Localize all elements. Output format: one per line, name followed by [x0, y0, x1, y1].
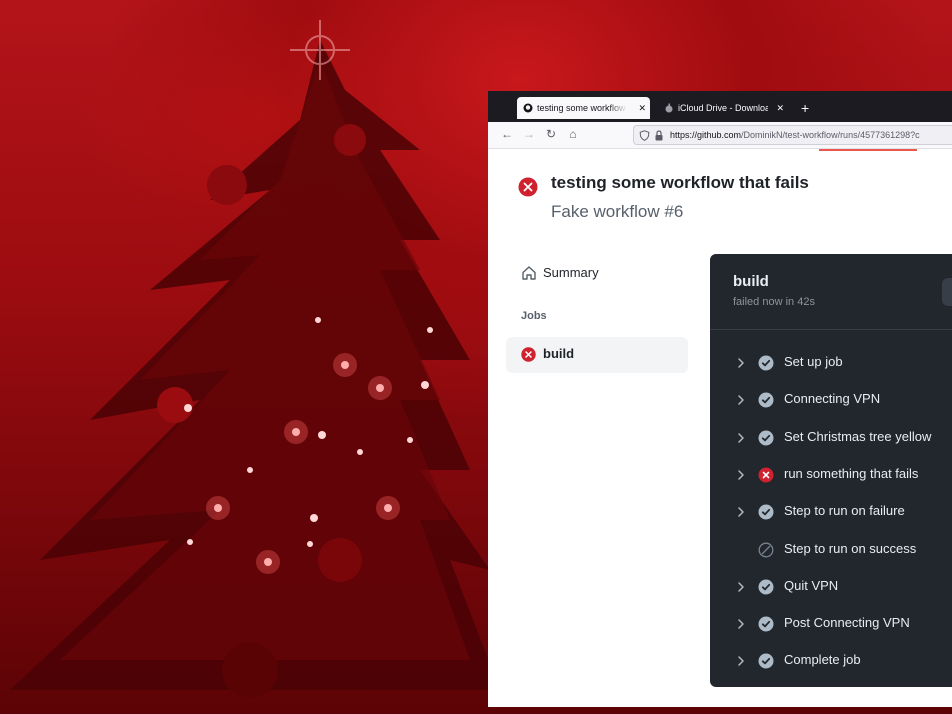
job-log-header: build failed now in 42s: [710, 254, 952, 330]
chevron-right-icon[interactable]: [737, 618, 745, 630]
lock-icon[interactable]: [654, 130, 664, 141]
chevron-right-icon[interactable]: [737, 655, 745, 667]
navigation-toolbar: ← → ↻ ⌂ https://github.com/DominikN/test…: [488, 122, 952, 149]
job-step-label: Set Christmas tree yellow: [784, 428, 932, 444]
shield-icon[interactable]: [639, 130, 650, 141]
job-step-label: Complete job: [784, 652, 861, 668]
chevron-right-icon[interactable]: [737, 581, 745, 593]
job-step[interactable]: Set up job: [710, 348, 952, 378]
tab-icloud-drive[interactable]: iCloud Drive - Downloads ✕: [658, 97, 788, 119]
apple-icon: [665, 103, 673, 113]
failure-x-icon: [521, 347, 536, 362]
summary-link[interactable]: Summary: [521, 264, 661, 284]
close-tab-icon[interactable]: ✕: [776, 97, 784, 119]
job-step[interactable]: Step to run on failure: [710, 497, 952, 527]
check-circle-icon: [758, 579, 774, 595]
job-log-status: failed now in 42s: [733, 296, 815, 308]
run-title: testing some workflow that fails: [551, 173, 809, 192]
github-icon: [523, 103, 533, 113]
page-underline-accent: [819, 149, 917, 151]
job-label: build: [543, 346, 575, 361]
address-bar[interactable]: https://github.com/DominikN/test-workflo…: [633, 125, 952, 145]
skipped-icon: [758, 542, 774, 557]
reload-button[interactable]: ↻: [543, 126, 559, 142]
chevron-right-icon[interactable]: [737, 432, 745, 444]
chevron-right-icon[interactable]: [737, 506, 745, 518]
new-tab-button[interactable]: +: [801, 97, 809, 119]
tab-label: testing some workflow that fails: [537, 103, 627, 113]
job-step[interactable]: Set Christmas tree yellow: [710, 423, 952, 453]
job-step[interactable]: Complete job: [710, 646, 952, 676]
job-step[interactable]: run something that fails: [710, 460, 952, 490]
url-domain: https://github.com: [670, 130, 742, 140]
job-step-label: Set up job: [784, 354, 843, 369]
summary-label: Summary: [543, 265, 599, 280]
forward-button[interactable]: →: [521, 126, 537, 142]
failure-x-icon: [758, 467, 774, 483]
job-step[interactable]: Connecting VPN: [710, 385, 952, 415]
chevron-right-icon[interactable]: [737, 357, 745, 369]
job-log-title: build: [733, 273, 769, 290]
failure-x-icon: [518, 177, 538, 197]
chevron-right-icon[interactable]: [737, 469, 745, 481]
job-log-panel: build failed now in 42s Set up job Connec…: [710, 254, 952, 687]
check-circle-icon: [758, 616, 774, 632]
job-step-label: Quit VPN: [784, 577, 839, 593]
jobs-heading: Jobs: [521, 310, 547, 322]
job-step-label: Connecting VPN: [784, 391, 881, 407]
back-button[interactable]: ←: [499, 126, 515, 142]
browser-window: testing some workflow that fails ✕ iClou…: [488, 91, 952, 707]
job-step-label: Step to run on failure: [784, 503, 905, 519]
check-circle-icon: [758, 355, 774, 371]
check-circle-icon: [758, 504, 774, 520]
job-log-search-button[interactable]: [942, 278, 952, 306]
job-step[interactable]: Step to run on success: [710, 535, 952, 565]
close-tab-icon[interactable]: ✕: [638, 97, 646, 119]
job-step-label: run something that fails: [784, 465, 919, 481]
tab-label: iCloud Drive - Downloads: [678, 103, 768, 113]
url-text: https://github.com/DominikN/test-workflo…: [670, 126, 920, 144]
job-step[interactable]: Post Connecting VPN: [710, 609, 952, 639]
run-subtitle: Fake workflow #6: [551, 202, 684, 221]
home-icon: [522, 266, 536, 280]
url-path: /DominikN/test-workflow/runs/4577361298?…: [741, 130, 920, 140]
tab-bar: testing some workflow that fails ✕ iClou…: [488, 91, 952, 122]
check-circle-icon: [758, 653, 774, 669]
check-circle-icon: [758, 392, 774, 408]
tab-github-run[interactable]: testing some workflow that fails ✕: [517, 97, 650, 119]
job-step[interactable]: Quit VPN: [710, 572, 952, 602]
chevron-right-icon[interactable]: [737, 394, 745, 406]
check-circle-icon: [758, 430, 774, 446]
job-item-build[interactable]: build: [506, 337, 688, 373]
job-step-label: Step to run on success: [784, 540, 917, 556]
job-step-label: Post Connecting VPN: [784, 615, 910, 631]
home-button[interactable]: ⌂: [565, 126, 581, 142]
